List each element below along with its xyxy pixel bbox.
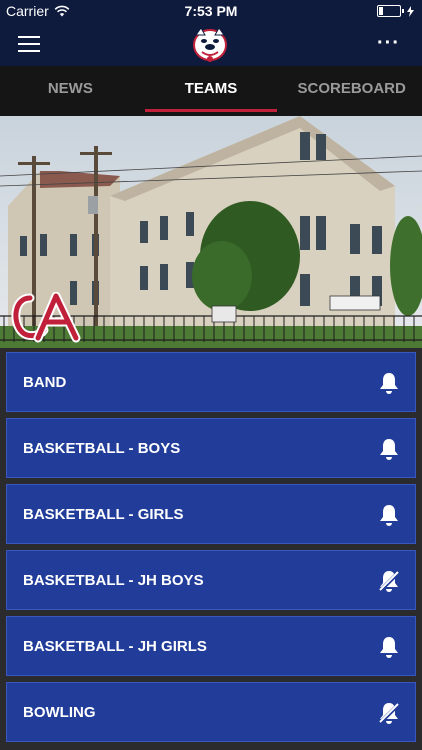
status-bar: Carrier 7:53 PM [0,0,422,22]
team-item-bowling[interactable]: BOWLING [6,682,416,742]
school-building-photo [0,116,422,348]
bell-icon[interactable] [377,437,401,461]
bulldog-logo[interactable] [190,25,230,63]
team-label: BOWLING [23,704,96,721]
team-label: BASKETBALL - BOYS [23,440,181,457]
tab-scoreboard[interactable]: SCOREBOARD [281,66,422,116]
team-label: BASKETBALL - JH GIRLS [23,638,207,655]
hamburger-menu-icon[interactable] [18,36,40,52]
team-label: BAND [23,374,67,391]
team-item-basketball-boys[interactable]: BASKETBALL - BOYS [6,418,416,478]
charging-icon [407,5,414,17]
bell-icon[interactable] [377,635,401,659]
school-logo [11,292,81,343]
team-item-basketball-jh-boys[interactable]: BASKETBALL - JH BOYS [6,550,416,610]
tab-news[interactable]: NEWS [0,66,141,116]
nav-bar: ··· [0,22,422,66]
battery-icon [377,5,401,17]
more-icon[interactable]: ··· [377,32,400,55]
team-item-basketball-girls[interactable]: BASKETBALL - GIRLS [6,484,416,544]
status-time: 7:53 PM [184,3,238,19]
team-label: BASKETBALL - JH BOYS [23,572,204,589]
bell-icon[interactable] [377,503,401,527]
team-label: BASKETBALL - GIRLS [23,506,184,523]
bell-off-icon[interactable] [377,569,401,593]
battery-group [377,5,414,17]
bell-off-icon[interactable] [377,701,401,725]
tab-teams[interactable]: TEAMS [141,66,282,116]
team-item-band[interactable]: BAND [6,352,416,412]
bell-icon[interactable] [377,371,401,395]
team-item-basketball-jh-girls[interactable]: BASKETBALL - JH GIRLS [6,616,416,676]
tab-bar: NEWS TEAMS SCOREBOARD [0,66,422,116]
